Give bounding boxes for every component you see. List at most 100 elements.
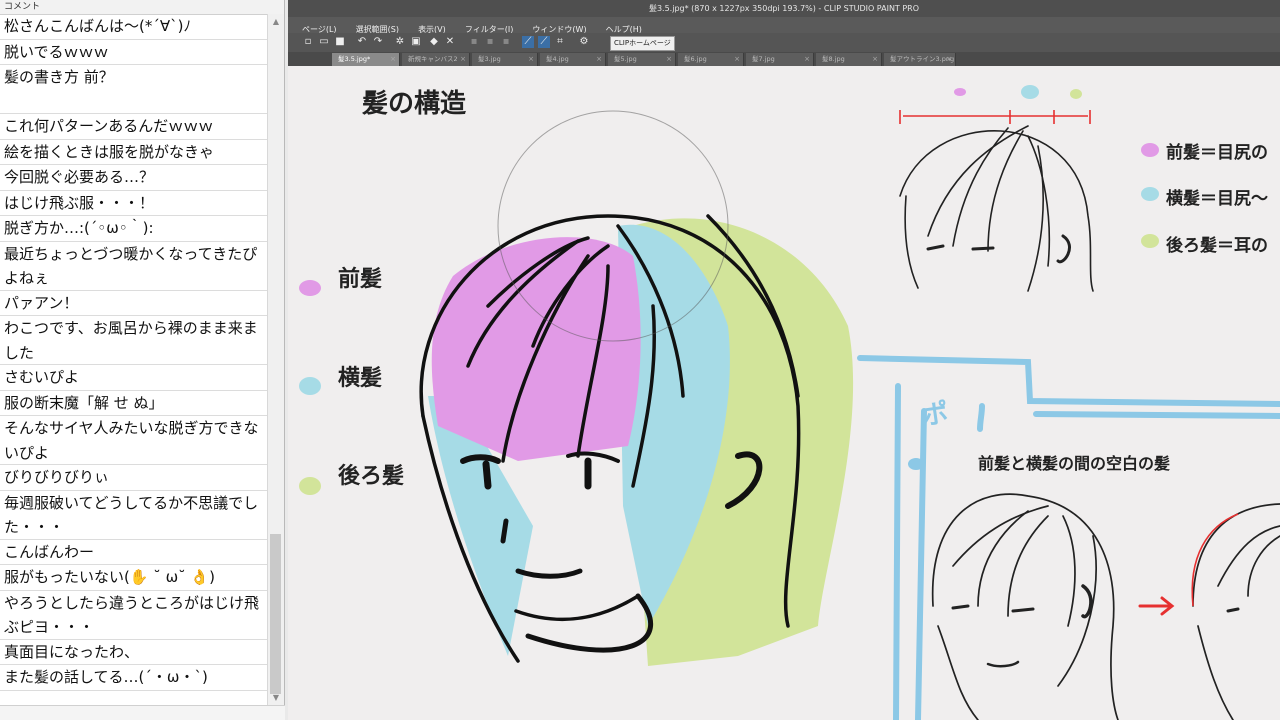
scroll-up-icon[interactable]: ▲ [268,14,284,30]
close-tab-icon[interactable]: × [460,53,466,66]
close-tab-icon[interactable]: × [946,53,952,66]
save-icon[interactable]: ■ [334,36,346,48]
comment-list[interactable]: 松さんこんばんは～(*´∀`)ﾉ 脱いでるｗｗｗ 髪の書き方 前？ これ何パター… [0,14,268,706]
close-tab-icon[interactable]: × [872,53,878,66]
window-title: 髪3.5.jpg* (870 x 1227px 350dpi 193.7%) -… [288,0,1280,17]
comment-panel: コメント 松さんこんばんは～(*´∀`)ﾉ 脱いでるｗｗｗ 髪の書き方 前？ こ… [0,0,285,720]
close-tab-icon[interactable]: × [596,53,602,66]
comment-item: やろうとしたら違うところがはじけ飛ぶピヨ・・・ [0,591,268,640]
canvas-tab-label: 髪3.jpg [478,55,501,63]
canvas-tab-label: 髪7.jpg [752,55,775,63]
close-tab-icon[interactable]: × [528,53,534,66]
comment-item: 真面目になったわ、 [0,640,268,665]
canvas-tab[interactable]: 髪3.jpg × [472,53,538,66]
menu-bar: ページ(L) 選択範囲(S) 表示(V) フィルター(I) ウィンドウ(W) ヘ… [288,17,1280,34]
legend-label-back: 後ろ髪 [338,464,405,489]
legend-dot-back [299,477,321,495]
comment-item: 脱いでるｗｗｗ [0,40,268,65]
small-blue-dot [908,458,924,470]
dot-side-small [1021,85,1039,99]
comment-item: また髪の話してる…(´・ω・`) [0,665,268,691]
close-tab-icon[interactable]: × [734,53,740,66]
canvas-tab[interactable]: 髪3.5.jpg* × [332,53,400,66]
comment-item: 絵を描くときは服を脱がなきゃ [0,140,268,165]
canvas-tab-label: 髪8.jpg [822,55,845,63]
clear-outside-icon[interactable]: ▣ [410,36,422,48]
settings-dropdown-icon[interactable]: ⚙ [578,36,590,48]
invert-icon[interactable]: ▪ [500,36,512,48]
comment-item: 毎週服破いてどうしてるか不思議でした・・・ [0,491,268,540]
comment-item: びりびりびりぃ [0,465,268,491]
right-legend-dot-side [1141,187,1159,201]
bottom-head-right [1192,503,1280,720]
drawing-canvas[interactable]: 髪の構造 前髪 横髪 後ろ髪 前髪＝目尻の 横髪＝目尻～ 後ろ髪＝耳の 前髪と横… [288,66,1280,720]
fill-icon[interactable]: ◆ [428,36,440,48]
canvas-tab[interactable]: 髪8.jpg × [816,53,882,66]
comment-item: 最近ちょっとづつ暖かくなってきたぴよねぇ [0,242,268,291]
open-file-icon[interactable]: ▭ [318,36,330,48]
gap-caption: 前髪と横髪の間の空白の髪 [978,454,1171,473]
right-legend-front: 前髪＝目尻の [1166,143,1268,163]
legend-dot-front [299,280,321,296]
red-arrow [1138,596,1175,616]
dot-front-small [954,88,966,96]
close-tab-icon[interactable]: × [666,53,672,66]
measure-arrows [899,110,1091,124]
comment-panel-header: コメント [0,0,284,15]
comment-item: はじけ飛ぶ服・・・！ [0,191,268,216]
canvas-tab[interactable]: 髪アウトライン3.png × [884,53,956,66]
canvas-tab-label: 髪5.jpg [614,55,637,63]
illustration [299,85,1280,720]
new-file-icon[interactable]: ▫ [302,36,314,48]
legend-label-side: 横髪 [338,366,383,391]
command-bar: ▫ ▭ ■ ↶ ↷ ✲ ▣ ◆ ✕ ▪ ▪ ▪ ⟋ ⟋ ⌗ ⚙ CLIPホームペ… [288,33,1280,52]
comment-item: さむいぴよ [0,365,268,391]
comment-item: 服がもったいない(✋ ˘ ω˘ 👌) [0,565,268,591]
canvas-tab-label: 髪アウトライン3.png [890,55,955,63]
clear-icon[interactable]: ✲ [394,36,406,48]
canvas-tab-bar: 髪3.5.jpg* × 新規キャンバス2 × 髪3.jpg × 髪4.jpg × 髪5.jpg ×… [288,52,1280,66]
right-legend-side: 横髪＝目尻～ [1166,189,1268,209]
canvas-tab[interactable]: 髪6.jpg × [678,53,744,66]
snap-ruler-icon[interactable]: ⟋ [522,36,534,48]
transform-icon[interactable]: ✕ [444,36,456,48]
redo-icon[interactable]: ↷ [372,36,384,48]
canvas-tab[interactable]: 髪5.jpg × [608,53,676,66]
legend-dot-side [299,377,321,395]
canvas-tab[interactable]: 新規キャンバス2 × [402,53,470,66]
comment-item: これ何パターンあるんだｗｗｗ [0,114,268,140]
select-icon[interactable]: ▪ [484,36,496,48]
canvas-tab-label: 新規キャンバス2 [408,55,458,63]
canvas-tab[interactable]: 髪4.jpg × [540,53,606,66]
snap-grid-icon[interactable]: ⌗ [554,36,566,48]
comment-item: 松さんこんばんは～(*´∀`)ﾉ [0,14,268,40]
close-tab-icon[interactable]: × [804,53,810,66]
deselect-icon[interactable]: ▪ [468,36,480,48]
comment-item: 今回脱ぐ必要ある…？ [0,165,268,191]
small-head-sketch [899,125,1094,292]
canvas-tab[interactable]: 髪7.jpg × [746,53,814,66]
right-legend-dot-back [1141,234,1159,248]
canvas-tab-label: 髪4.jpg [546,55,569,63]
dot-back-small [1070,89,1082,99]
clip-home-button[interactable]: CLIPホームページ [610,36,675,51]
legend-label-front: 前髪 [338,267,383,292]
comment-item: パァアン！ [0,291,268,316]
illustration-title: 髪の構造 [362,89,467,119]
close-tab-icon[interactable]: × [390,53,396,66]
undo-icon[interactable]: ↶ [356,36,368,48]
comment-item: そんなサイヤ人みたいな脱ぎ方できないぴよ [0,416,268,465]
clip-studio-window: 髪3.5.jpg* (870 x 1227px 350dpi 193.7%) -… [288,0,1280,720]
canvas-tab-label: 髪6.jpg [684,55,707,63]
scroll-down-icon[interactable]: ▼ [268,690,284,706]
comment-item: 脱ぎ方か…:(´◦ω◦｀): [0,216,268,242]
canvas-tab-label: 髪3.5.jpg* [338,55,371,63]
comment-item: こんばんわー [0,540,268,565]
right-legend-back: 後ろ髪＝耳の [1166,236,1268,256]
comment-scrollbar[interactable]: ▲ ▼ [267,14,284,706]
comment-item: わこつです、お風呂から裸のまま来ました [0,316,268,365]
snap-special-ruler-icon[interactable]: ⟋ [538,36,550,48]
comment-panel-footer [0,705,285,720]
bottom-head-left [931,493,1119,720]
scroll-thumb[interactable] [270,534,281,694]
